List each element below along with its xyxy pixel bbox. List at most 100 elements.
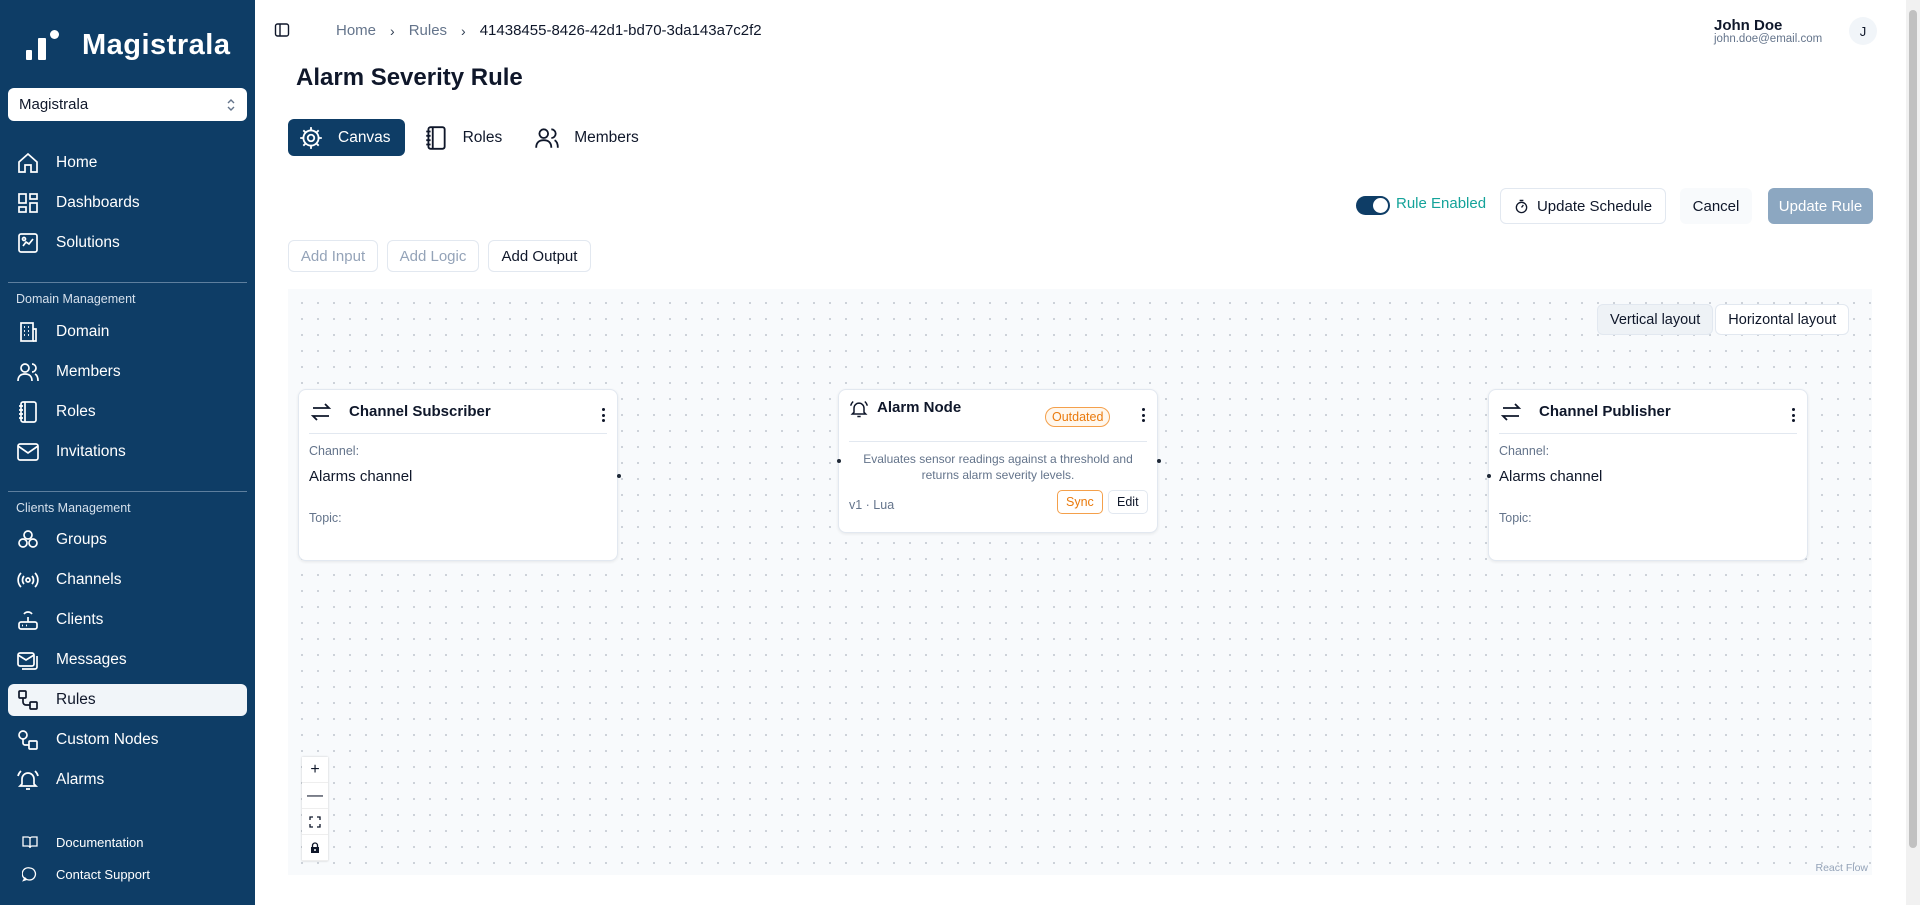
sidebar-item-clients[interactable]: Clients [8,604,247,636]
sidebar-toggle-icon[interactable] [274,22,290,38]
router-icon [18,611,38,630]
zoom-out-button[interactable]: — [302,783,328,809]
sidebar-item-label: Invitations [56,443,126,460]
sidebar-item-home[interactable]: Home [8,147,247,179]
target-handle[interactable] [837,459,841,463]
horizontal-layout-button[interactable]: Horizontal layout [1715,304,1850,335]
sidebar-item-label: Clients [56,611,104,628]
sidebar-item-contact-support[interactable]: Contact Support [22,866,150,882]
sidebar-item-roles[interactable]: Roles [8,396,247,428]
vertical-layout-button[interactable]: Vertical layout [1597,304,1714,335]
sidebar-item-label: Home [56,154,98,171]
domain-select[interactable]: Magistrala [8,88,247,121]
book-icon [22,836,38,849]
topic-label: Topic: [1499,511,1532,525]
channel-subscriber-node[interactable]: Channel Subscriber Channel: Alarms chann… [298,389,621,561]
tab-label: Roles [462,128,503,146]
sidebar-item-channels[interactable]: Channels [8,564,247,596]
groups-icon [18,530,38,548]
node-title: Alarm Node [877,399,962,416]
sidebar-divider [8,491,247,492]
sidebar-item-solutions[interactable]: Solutions [8,227,247,259]
more-options-icon[interactable] [601,408,605,422]
zoom-in-button[interactable]: + [302,757,328,783]
channel-value: Alarms channel [309,468,413,485]
tab-canvas[interactable]: Canvas [288,119,405,156]
brand-logo[interactable]: Magistrala [26,28,230,62]
sidebar-item-label: Groups [56,531,107,548]
update-rule-button[interactable]: Update Rule [1768,188,1873,224]
update-schedule-button[interactable]: Update Schedule [1500,188,1666,224]
sidebar-item-domain[interactable]: Domain [8,316,247,348]
target-handle[interactable] [1487,474,1491,478]
users-icon [535,127,559,148]
sidebar-item-alarms[interactable]: Alarms [8,764,247,796]
edit-button[interactable]: Edit [1108,490,1148,514]
add-output-button[interactable]: Add Output [488,240,591,272]
flow-controls: + — [302,757,328,861]
bell-icon [849,400,869,418]
user-info[interactable]: John Doe john.doe@email.com [1714,17,1856,45]
channel-label: Channel: [1499,444,1550,458]
sidebar-item-label: Documentation [56,834,144,850]
breadcrumb-home[interactable]: Home [336,22,376,39]
breadcrumb-rules[interactable]: Rules [409,22,447,39]
sidebar-item-members[interactable]: Members [8,356,247,388]
page-title: Alarm Severity Rule [296,64,523,91]
node-header: Channel Subscriber [309,390,607,434]
sidebar-item-groups[interactable]: Groups [8,524,247,556]
tab-members[interactable]: Members [524,119,653,156]
source-handle[interactable] [617,474,621,478]
cancel-button[interactable]: Cancel [1680,188,1752,224]
sidebar-item-custom-nodes[interactable]: Custom Nodes [8,724,247,756]
react-flow-attribution[interactable]: React Flow [1815,862,1868,874]
alarm-node[interactable]: Alarm Node Outdated Evaluates sensor rea… [837,389,1161,533]
update-schedule-label: Update Schedule [1536,197,1653,215]
dashboard-icon [18,193,38,213]
fit-view-button[interactable] [302,809,328,835]
channel-publisher-node[interactable]: Channel Publisher Channel: Alarms channe… [1487,389,1808,561]
sidebar-item-dashboards[interactable]: Dashboards [8,187,247,219]
messages-icon [17,652,38,670]
topic-label: Topic: [309,511,342,525]
sidebar-item-label: Domain [56,323,110,340]
building-icon [20,322,37,342]
node-header: Channel Publisher [1499,390,1797,434]
lock-button[interactable] [302,835,328,861]
tab-label: Members [574,128,639,146]
mail-icon [17,443,39,461]
add-input-button[interactable]: Add Input [288,240,378,272]
scrollbar-thumb[interactable] [1909,10,1917,848]
sidebar-item-label: Messages [56,651,127,668]
more-options-icon[interactable] [1791,408,1795,422]
node-title: Channel Publisher [1539,403,1671,420]
more-options-icon[interactable] [1141,408,1145,422]
sidebar-item-rules[interactable]: Rules [8,684,247,716]
sidebar-divider [8,282,247,283]
brand-name: Magistrala [82,28,231,61]
sidebar-item-label: Solutions [56,234,120,251]
sync-button[interactable]: Sync [1057,490,1103,514]
tabs: Canvas Roles Members [288,119,653,156]
rule-enabled-toggle[interactable] [1356,196,1390,215]
tab-roles[interactable]: Roles [413,119,517,156]
sidebar-item-documentation[interactable]: Documentation [22,834,143,850]
channel-label: Channel: [309,444,360,458]
custom-nodes-icon [18,730,38,750]
tab-label: Canvas [338,128,391,146]
arrows-left-right-icon [1500,402,1522,421]
sidebar-item-invitations[interactable]: Invitations [8,436,247,468]
sidebar-item-label: Members [56,363,121,380]
sidebar-item-label: Dashboards [56,194,140,211]
sidebar-item-label: Rules [56,691,96,708]
notebook-icon [19,401,37,423]
timer-icon [1515,199,1528,213]
source-handle[interactable] [1157,459,1161,463]
flow-canvas[interactable] [288,289,1872,875]
avatar[interactable]: J [1849,17,1877,45]
add-logic-button[interactable]: Add Logic [387,240,479,272]
sidebar-item-messages[interactable]: Messages [8,644,247,676]
page-scrollbar[interactable] [1906,0,1920,905]
chevron-up-down-icon [226,98,236,112]
radio-icon [17,572,39,588]
